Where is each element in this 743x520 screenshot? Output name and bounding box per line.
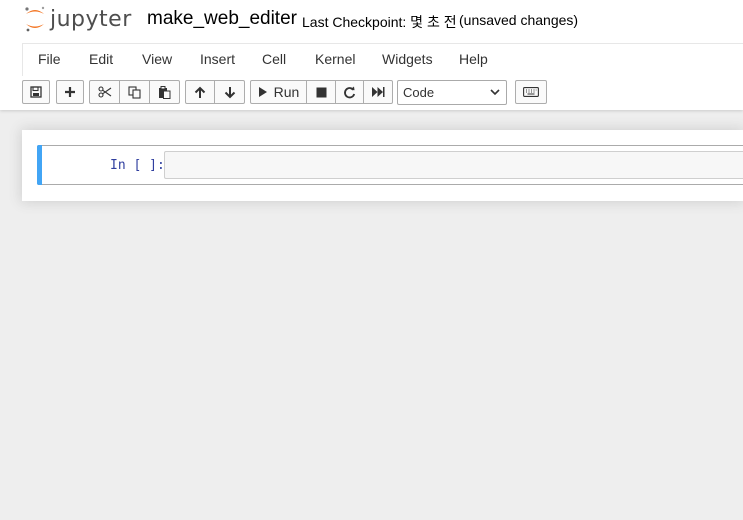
command-palette-button[interactable] xyxy=(515,80,547,104)
code-input-area[interactable] xyxy=(164,151,743,179)
save-button[interactable] xyxy=(22,80,50,104)
move-down-button[interactable] xyxy=(214,80,245,104)
restart-kernel-button[interactable] xyxy=(335,80,364,104)
refresh-icon xyxy=(344,86,356,98)
menu-kernel[interactable]: Kernel xyxy=(315,51,355,67)
paste-button[interactable] xyxy=(149,80,180,104)
cell-type-select[interactable]: Code xyxy=(397,80,507,105)
move-up-button[interactable] xyxy=(185,80,215,104)
cut-button[interactable] xyxy=(89,80,120,104)
menu-file[interactable]: File xyxy=(38,51,61,67)
menu-cell[interactable]: Cell xyxy=(262,51,286,67)
insert-cell-button[interactable] xyxy=(56,80,84,104)
stop-icon xyxy=(316,87,326,97)
notebook-name[interactable]: make_web_editer xyxy=(147,8,297,30)
header: jupyter make_web_editer Last Checkpoint:… xyxy=(0,0,743,110)
run-button[interactable]: Run xyxy=(250,80,307,104)
cell-type-value: Code xyxy=(403,85,435,100)
cell-selection-indicator xyxy=(37,145,42,185)
jupyter-logo[interactable]: jupyter xyxy=(24,3,132,35)
interrupt-kernel-button[interactable] xyxy=(306,80,336,104)
jupyter-logo-icon xyxy=(25,6,45,32)
restart-run-all-button[interactable] xyxy=(363,80,393,104)
toolbar: Run Code xyxy=(0,80,743,106)
menu-view[interactable]: View xyxy=(142,51,172,67)
menu-edit[interactable]: Edit xyxy=(89,51,113,67)
menu-help[interactable]: Help xyxy=(459,51,488,67)
arrow-up-icon xyxy=(194,86,206,98)
code-cell-selected[interactable]: In [ ]: xyxy=(37,145,743,185)
arrow-down-icon xyxy=(224,86,235,98)
notebook-container: In [ ]: xyxy=(22,130,743,201)
copy-icon xyxy=(128,85,141,99)
input-prompt: In [ ]: xyxy=(110,158,165,173)
paste-icon xyxy=(159,85,171,99)
plus-icon xyxy=(65,87,75,97)
scissors-icon xyxy=(97,86,111,98)
logo-text: jupyter xyxy=(50,6,132,32)
play-icon xyxy=(258,87,267,97)
chevron-down-icon xyxy=(490,89,500,96)
title-bar: jupyter make_web_editer Last Checkpoint:… xyxy=(0,0,743,42)
autosave-status: (unsaved changes) xyxy=(459,12,579,28)
floppy-disk-icon xyxy=(30,86,42,98)
last-checkpoint: Last Checkpoint: 몇 초 전 xyxy=(302,14,457,30)
menubar: File Edit View Insert Cell Kernel Widget… xyxy=(22,43,743,76)
fast-forward-icon xyxy=(372,87,385,97)
run-label: Run xyxy=(273,84,300,100)
menu-insert[interactable]: Insert xyxy=(200,51,235,67)
menu-widgets[interactable]: Widgets xyxy=(382,51,433,67)
copy-button[interactable] xyxy=(119,80,150,104)
keyboard-icon xyxy=(523,87,539,97)
